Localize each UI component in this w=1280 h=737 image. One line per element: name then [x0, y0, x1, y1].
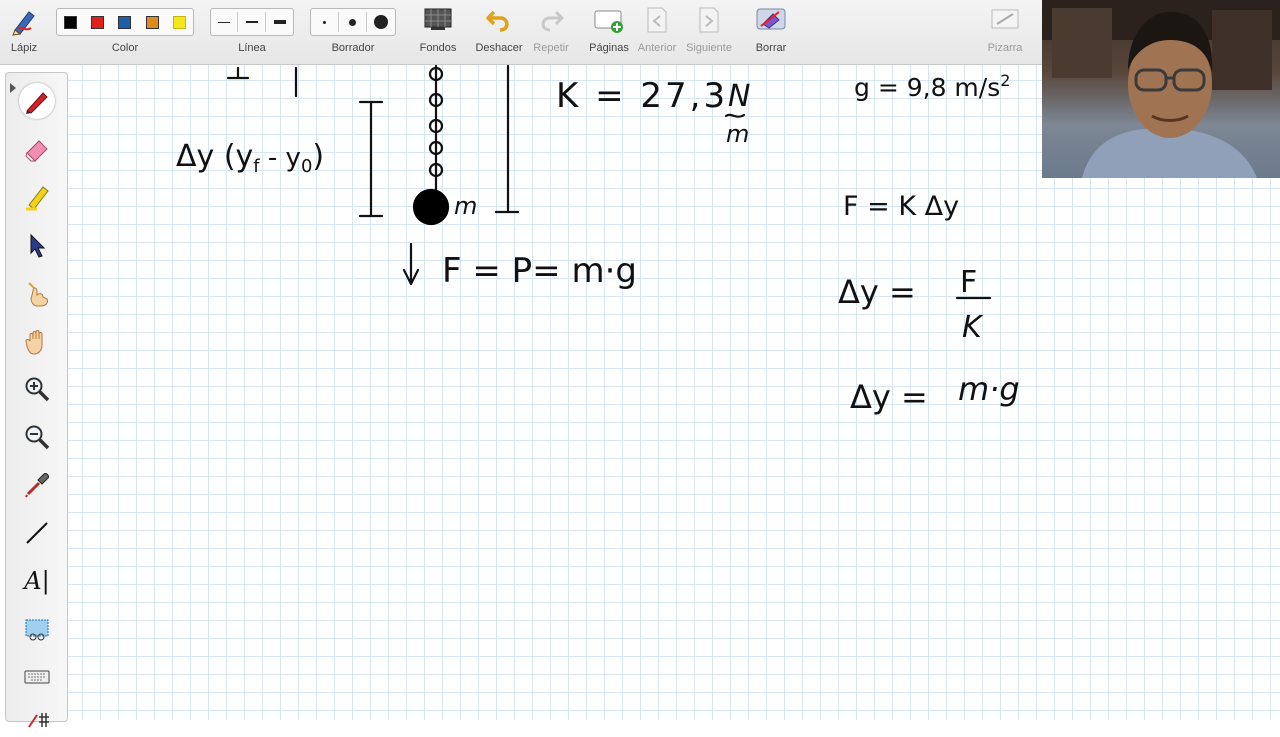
screenshot-icon [25, 619, 49, 641]
zoom-out-tool[interactable] [19, 419, 55, 455]
mass-ball [412, 188, 450, 226]
delta-equation2-right: m·g [958, 370, 1020, 408]
side-tool-panel: A| [5, 72, 68, 728]
highlighter-icon [26, 186, 49, 211]
line-tool[interactable] [19, 515, 55, 551]
spring-coil [428, 64, 444, 198]
pan-hand-icon [25, 330, 43, 355]
eyedropper-icon [25, 473, 49, 498]
pen-icon [26, 92, 48, 114]
board-drawing: Δy (yf - y0) m K = 27,3 N m F = P= m·g g… [176, 64, 1020, 416]
delta-y-bracket [358, 100, 384, 218]
spring-units-denominator: m [726, 120, 749, 148]
text-tool[interactable]: A| [19, 563, 55, 599]
pan-hand-tool[interactable] [19, 323, 55, 359]
keyboard-icon [24, 670, 50, 684]
line-tool-icon [26, 522, 48, 544]
eraser-tool[interactable] [19, 131, 55, 167]
force-equation: F = P= m·g [442, 251, 637, 291]
mass-label: m [454, 192, 477, 220]
keyboard-tool[interactable] [19, 659, 55, 695]
screenshot-tool[interactable] [19, 611, 55, 647]
laser-hand-tool[interactable] [19, 275, 55, 311]
reference-line [494, 64, 520, 214]
zoom-out-icon [25, 425, 50, 450]
more-tools-icon [28, 713, 49, 728]
delta-y-label: Δy (yf - y0) [176, 139, 324, 177]
fraction-numerator: F [960, 265, 977, 300]
pen-tool[interactable] [19, 83, 55, 119]
force-arrow [402, 242, 420, 286]
eyedropper-tool[interactable] [19, 467, 55, 503]
text-tool-icon: A| [24, 567, 50, 595]
pointer-tool[interactable] [19, 227, 55, 263]
spring-constant: K = 27,3 [556, 76, 728, 116]
laser-hand-icon [28, 282, 48, 307]
delta-equation-left: Δy = [838, 273, 916, 311]
fraction-denominator: K [962, 310, 984, 345]
gravity-value: g = 9,8 m/s2 [854, 71, 1010, 102]
panel-collapse-icon[interactable] [10, 83, 16, 93]
more-tools[interactable] [19, 701, 55, 737]
zoom-in-icon [25, 377, 50, 402]
zoom-in-tool[interactable] [19, 371, 55, 407]
eraser-icon [25, 140, 48, 162]
spring-units-numerator: N [728, 79, 750, 114]
hooke-law: F = K Δy [843, 191, 959, 222]
units-fraction-bar [724, 113, 746, 118]
webcam-feed [1042, 0, 1280, 178]
presenter-video [1042, 0, 1280, 178]
cut-marker-left [226, 66, 250, 80]
highlighter-tool[interactable] [19, 179, 55, 215]
delta-equation2-left: Δy = [850, 378, 928, 416]
pointer-arrow-icon [30, 233, 46, 258]
